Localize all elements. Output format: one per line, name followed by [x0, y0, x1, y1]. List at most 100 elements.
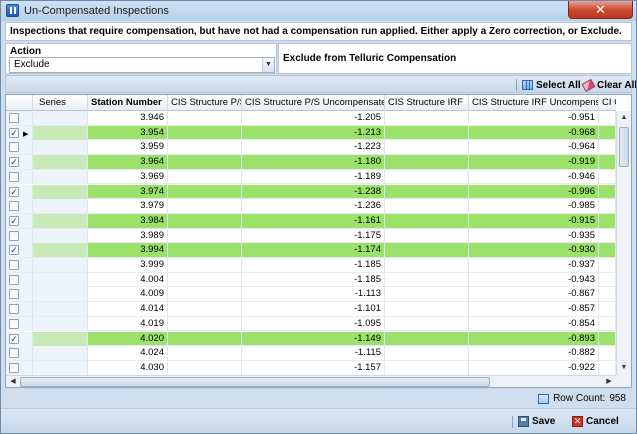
- cell-station-number[interactable]: 4.024: [88, 346, 168, 361]
- cell-select[interactable]: [6, 272, 33, 287]
- cell-ps-uncompensated[interactable]: -1.115: [242, 346, 385, 361]
- column-header-irf[interactable]: CIS Structure IRF: [385, 95, 469, 111]
- table-row[interactable]: 3.969 -1.189 -0.946: [6, 169, 616, 185]
- row-checkbox[interactable]: ✓: [9, 127, 19, 138]
- cell-irf-uncompensated[interactable]: -0.943: [469, 272, 599, 287]
- cell-irf[interactable]: [385, 346, 469, 361]
- cell-ps-uncompensated[interactable]: -1.185: [242, 272, 385, 287]
- cell-ps-uncompensated[interactable]: -1.161: [242, 213, 385, 228]
- cell-ps[interactable]: [168, 228, 242, 243]
- cell-ci-c[interactable]: [599, 316, 616, 331]
- column-header-select[interactable]: [6, 95, 33, 111]
- cell-select[interactable]: [6, 140, 33, 155]
- cell-ps[interactable]: [168, 302, 242, 317]
- cell-ci-c[interactable]: [599, 287, 616, 302]
- table-row[interactable]: 4.014 -1.101 -0.857: [6, 302, 616, 317]
- cell-station-number[interactable]: 3.999: [88, 258, 168, 272]
- cell-select[interactable]: [6, 346, 33, 361]
- row-checkbox[interactable]: ✓: [9, 333, 19, 344]
- cell-ps-uncompensated[interactable]: -1.101: [242, 302, 385, 317]
- row-checkbox[interactable]: [9, 142, 19, 153]
- table-row[interactable]: ✓ 3.984 -1.161 -0.915: [6, 213, 616, 229]
- cell-select[interactable]: [6, 169, 33, 184]
- cell-ci-c[interactable]: [599, 360, 616, 375]
- cell-irf[interactable]: [385, 213, 469, 228]
- cell-ps[interactable]: [168, 213, 242, 228]
- cell-irf-uncompensated[interactable]: -0.937: [469, 258, 599, 272]
- cell-irf-uncompensated[interactable]: -0.882: [469, 346, 599, 361]
- clear-all-button[interactable]: Clear All: [581, 78, 636, 92]
- cell-ps-uncompensated[interactable]: -1.223: [242, 140, 385, 155]
- cell-select[interactable]: [6, 287, 33, 302]
- title-bar[interactable]: Un-Compensated Inspections ✕: [1, 1, 636, 21]
- cell-ps-uncompensated[interactable]: -1.180: [242, 155, 385, 170]
- vertical-scroll-thumb[interactable]: [619, 127, 629, 167]
- scroll-right-icon[interactable]: ▶: [602, 375, 616, 387]
- cell-station-number[interactable]: 3.994: [88, 243, 168, 258]
- cell-irf[interactable]: [385, 155, 469, 170]
- cell-series[interactable]: [33, 287, 88, 302]
- cell-irf-uncompensated[interactable]: -0.922: [469, 360, 599, 375]
- cell-series[interactable]: [33, 199, 88, 214]
- cell-ci-c[interactable]: [599, 346, 616, 361]
- cell-irf[interactable]: [385, 302, 469, 317]
- table-row[interactable]: ✓ 4.020 -1.149 -0.893: [6, 331, 616, 347]
- select-all-button[interactable]: Select All: [522, 78, 581, 92]
- column-header-series[interactable]: Series: [33, 95, 88, 111]
- cell-ps-uncompensated[interactable]: -1.213: [242, 125, 385, 140]
- cell-station-number[interactable]: 3.959: [88, 140, 168, 155]
- horizontal-scrollbar[interactable]: ◀ ▶: [6, 375, 616, 387]
- cell-ps[interactable]: [168, 243, 242, 258]
- cell-series[interactable]: [33, 360, 88, 375]
- row-checkbox[interactable]: ✓: [9, 245, 19, 256]
- cell-irf-uncompensated[interactable]: -0.968: [469, 125, 599, 140]
- cell-select[interactable]: [6, 302, 33, 317]
- cell-ps-uncompensated[interactable]: -1.185: [242, 258, 385, 272]
- row-checkbox[interactable]: ✓: [9, 215, 19, 226]
- cell-ci-c[interactable]: [599, 140, 616, 155]
- cell-ci-c[interactable]: [599, 199, 616, 214]
- table-row[interactable]: ✓ 3.974 -1.238 -0.996: [6, 184, 616, 200]
- cell-irf-uncompensated[interactable]: -0.919: [469, 155, 599, 170]
- cell-irf-uncompensated[interactable]: -0.867: [469, 287, 599, 302]
- cell-irf[interactable]: [385, 360, 469, 375]
- cell-ps[interactable]: [168, 125, 242, 140]
- cell-irf[interactable]: [385, 331, 469, 346]
- cell-ci-c[interactable]: [599, 213, 616, 228]
- cell-ps-uncompensated[interactable]: -1.157: [242, 360, 385, 375]
- cell-irf[interactable]: [385, 199, 469, 214]
- cell-ps[interactable]: [168, 169, 242, 184]
- cell-irf[interactable]: [385, 272, 469, 287]
- cell-ci-c[interactable]: [599, 258, 616, 272]
- cell-station-number[interactable]: 3.984: [88, 213, 168, 228]
- cell-series[interactable]: [33, 140, 88, 155]
- vertical-scrollbar[interactable]: ▲ ▼: [616, 111, 631, 375]
- cell-irf[interactable]: [385, 258, 469, 272]
- cell-ci-c[interactable]: [599, 331, 616, 346]
- cell-ps[interactable]: [168, 272, 242, 287]
- table-row[interactable]: 4.024 -1.115 -0.882: [6, 346, 616, 361]
- scroll-left-icon[interactable]: ◀: [6, 375, 20, 387]
- cell-select[interactable]: [6, 228, 33, 243]
- table-row[interactable]: ✓ ▶ 3.954 -1.213 -0.968: [6, 125, 616, 141]
- cell-ps[interactable]: [168, 111, 242, 125]
- cell-series[interactable]: [33, 331, 88, 346]
- cell-station-number[interactable]: 4.019: [88, 316, 168, 331]
- cell-irf-uncompensated[interactable]: -0.915: [469, 213, 599, 228]
- cell-irf[interactable]: [385, 111, 469, 125]
- cell-select[interactable]: ✓: [6, 155, 33, 170]
- cell-irf-uncompensated[interactable]: -0.985: [469, 199, 599, 214]
- cell-ps[interactable]: [168, 287, 242, 302]
- row-checkbox[interactable]: [9, 230, 19, 241]
- cell-irf-uncompensated[interactable]: -0.935: [469, 228, 599, 243]
- table-row[interactable]: 4.009 -1.113 -0.867: [6, 287, 616, 303]
- cell-series[interactable]: [33, 272, 88, 287]
- column-header-station-number[interactable]: Station Number: [88, 95, 168, 111]
- cell-series[interactable]: [33, 111, 88, 125]
- cell-irf-uncompensated[interactable]: -0.996: [469, 184, 599, 199]
- table-row[interactable]: 3.999 -1.185 -0.937: [6, 258, 616, 273]
- cell-station-number[interactable]: 4.030: [88, 360, 168, 375]
- cell-series[interactable]: [33, 302, 88, 317]
- cell-station-number[interactable]: 3.964: [88, 155, 168, 170]
- cell-ps-uncompensated[interactable]: -1.149: [242, 331, 385, 346]
